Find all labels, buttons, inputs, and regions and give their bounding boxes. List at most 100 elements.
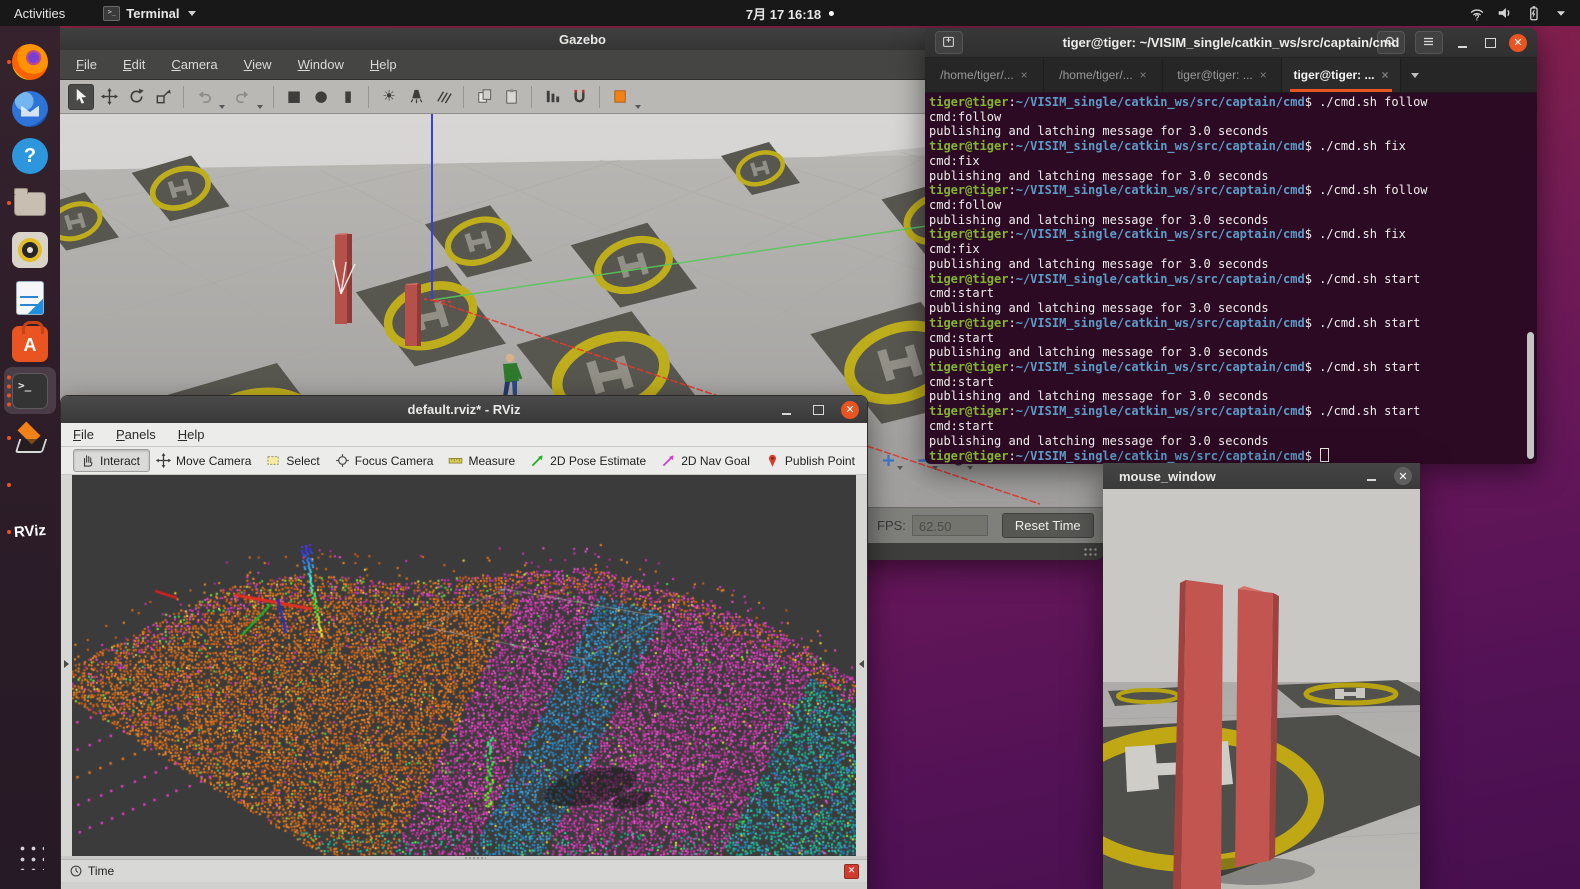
maximize-icon[interactable] [1481,34,1499,52]
rviz-tool-measure[interactable]: Measure [442,450,524,471]
focus-camera-icon [334,452,351,469]
terminal-tab[interactable]: tiger@tiger: ...× [1282,58,1401,92]
show-applications-button[interactable] [4,832,56,879]
scrollbar-thumb[interactable] [1527,332,1534,459]
dock-item-firefox[interactable] [4,38,56,85]
sphere-icon[interactable]: ● [309,85,333,109]
gazebo-menu-camera[interactable]: Camera [171,57,217,72]
rviz-window: default.rviz* - RViz ✕ File Panels Help … [60,395,868,889]
tab-close-icon[interactable]: × [1382,68,1389,82]
rviz-tool-publish-point[interactable]: Publish Point [759,450,864,471]
tab-close-icon[interactable]: × [1021,68,1028,82]
gazebo-menu-file[interactable]: File [76,57,97,72]
reset-time-button[interactable]: Reset Time [1002,513,1094,538]
dock-item-thunderbird[interactable] [4,85,56,132]
remove-tool-caret-icon[interactable] [932,466,938,470]
mouse-window-titlebar[interactable]: mouse_window ✕ [1103,463,1420,489]
rviz-tool-interact[interactable]: Interact [73,449,150,472]
dock-item-ubuntu-software[interactable]: A [4,320,56,367]
mouse-window-scene [1103,489,1420,889]
terminal-tab[interactable]: /home/tiger/...× [925,58,1044,92]
system-status-area[interactable]: ? [1468,0,1570,26]
time-panel-body [61,882,867,889]
box-icon[interactable]: ■ [282,85,306,109]
dock-item-terminal[interactable]: >_ [4,367,56,414]
undo-icon[interactable] [192,85,216,109]
directional-light-icon[interactable] [431,85,455,109]
menu-button[interactable] [1415,31,1443,54]
redo-icon[interactable] [230,85,254,109]
close-icon[interactable]: ✕ [1394,467,1412,485]
dock-item-rviz[interactable]: RViz [4,508,56,555]
hamburger-icon [1421,34,1438,51]
tab-close-icon[interactable]: × [1140,68,1147,82]
time-panel-close-icon[interactable]: ✕ [844,864,859,879]
terminal-window: tiger@tiger: ~/VISIM_single/catkin_ws/sr… [925,28,1537,462]
rviz-icon: RViz [11,512,49,550]
expand-views-arrow-icon[interactable] [859,660,864,668]
tab-list-caret[interactable] [1401,58,1429,92]
insert-model-caret-icon[interactable] [635,105,641,109]
app-menu-button[interactable]: >_ Terminal [103,6,195,21]
new-tab-button[interactable] [935,31,963,54]
rviz-pointcloud-viewport[interactable] [72,475,856,856]
gazebo-menu-window[interactable]: Window [298,57,344,72]
dock-item-gazebo[interactable] [4,414,56,461]
rviz-tool-2d-pose-estimate[interactable]: 2D Pose Estimate [524,450,655,471]
copy-icon[interactable] [472,85,496,109]
cylinder-icon[interactable]: ▮ [336,85,360,109]
dock-item-libreoffice-writer[interactable] [4,273,56,320]
gazebo-menu-view[interactable]: View [244,57,272,72]
rviz-tool-move-camera[interactable]: Move Camera [150,450,260,471]
rviz-tool-2d-nav-goal[interactable]: 2D Nav Goal [655,450,759,471]
dock-item-files[interactable] [4,179,56,226]
paste-icon[interactable] [499,85,523,109]
rviz-menu-help[interactable]: Help [178,427,205,442]
select-arrow-icon[interactable] [68,84,94,110]
clock-label: 7月 17 16:18 [746,4,821,23]
spot-light-icon[interactable] [404,85,428,109]
rviz-tool-focus-camera[interactable]: Focus Camera [329,450,443,471]
dock-item-help[interactable]: ? [4,132,56,179]
redo-history-caret-icon[interactable] [257,105,263,109]
terminal-headerbar[interactable]: tiger@tiger: ~/VISIM_single/catkin_ws/sr… [925,28,1537,58]
point-light-icon[interactable]: ☀ [377,85,401,109]
terminal-output[interactable]: tiger@tiger:~/VISIM_single/catkin_ws/src… [925,93,1537,464]
panel-splitter[interactable] [61,856,867,859]
mouse-window-3d-viewport[interactable] [1103,489,1420,889]
close-icon[interactable]: ✕ [841,401,859,419]
maximize-icon[interactable] [809,401,827,419]
scale-icon[interactable] [151,85,175,109]
close-icon[interactable]: ✕ [1509,34,1527,52]
tab-close-icon[interactable]: × [1260,68,1267,82]
translate-icon[interactable] [97,85,121,109]
rotate-icon[interactable] [124,85,148,109]
snap-icon[interactable] [567,85,591,109]
minimize-icon[interactable] [1362,467,1380,485]
clock-button[interactable]: 7月 17 16:18 [746,4,834,23]
rviz-titlebar[interactable]: default.rviz* - RViz ✕ [61,396,867,423]
displays-panel-collapsed[interactable] [61,475,72,856]
dock-item-unknown-app[interactable] [4,461,56,508]
dock-item-rhythmbox[interactable] [4,226,56,273]
add-tool-icon[interactable] [880,452,897,469]
terminal-tab[interactable]: /home/tiger/...× [1044,58,1163,92]
insert-model-icon[interactable] [608,85,632,109]
align-icon[interactable] [540,85,564,109]
rviz-menu-panels[interactable]: Panels [116,427,156,442]
views-panel-collapsed[interactable] [856,475,867,856]
rviz-tool-select[interactable]: Select [260,450,328,471]
resize-grip-icon[interactable] [1083,547,1097,557]
time-panel-header[interactable]: Time ✕ [61,859,867,882]
minimize-icon[interactable] [777,401,795,419]
tool-properties-caret-icon[interactable] [967,466,973,470]
undo-history-caret-icon[interactable] [219,105,225,109]
add-tool-caret-icon[interactable] [897,466,903,470]
gazebo-menu-edit[interactable]: Edit [123,57,145,72]
terminal-tab[interactable]: tiger@tiger: ...× [1163,58,1282,92]
gazebo-menu-help[interactable]: Help [370,57,397,72]
activities-button[interactable]: Activities [0,0,79,26]
rviz-menu-file[interactable]: File [73,427,94,442]
expand-displays-arrow-icon[interactable] [64,660,69,668]
minimize-icon[interactable] [1453,34,1471,52]
